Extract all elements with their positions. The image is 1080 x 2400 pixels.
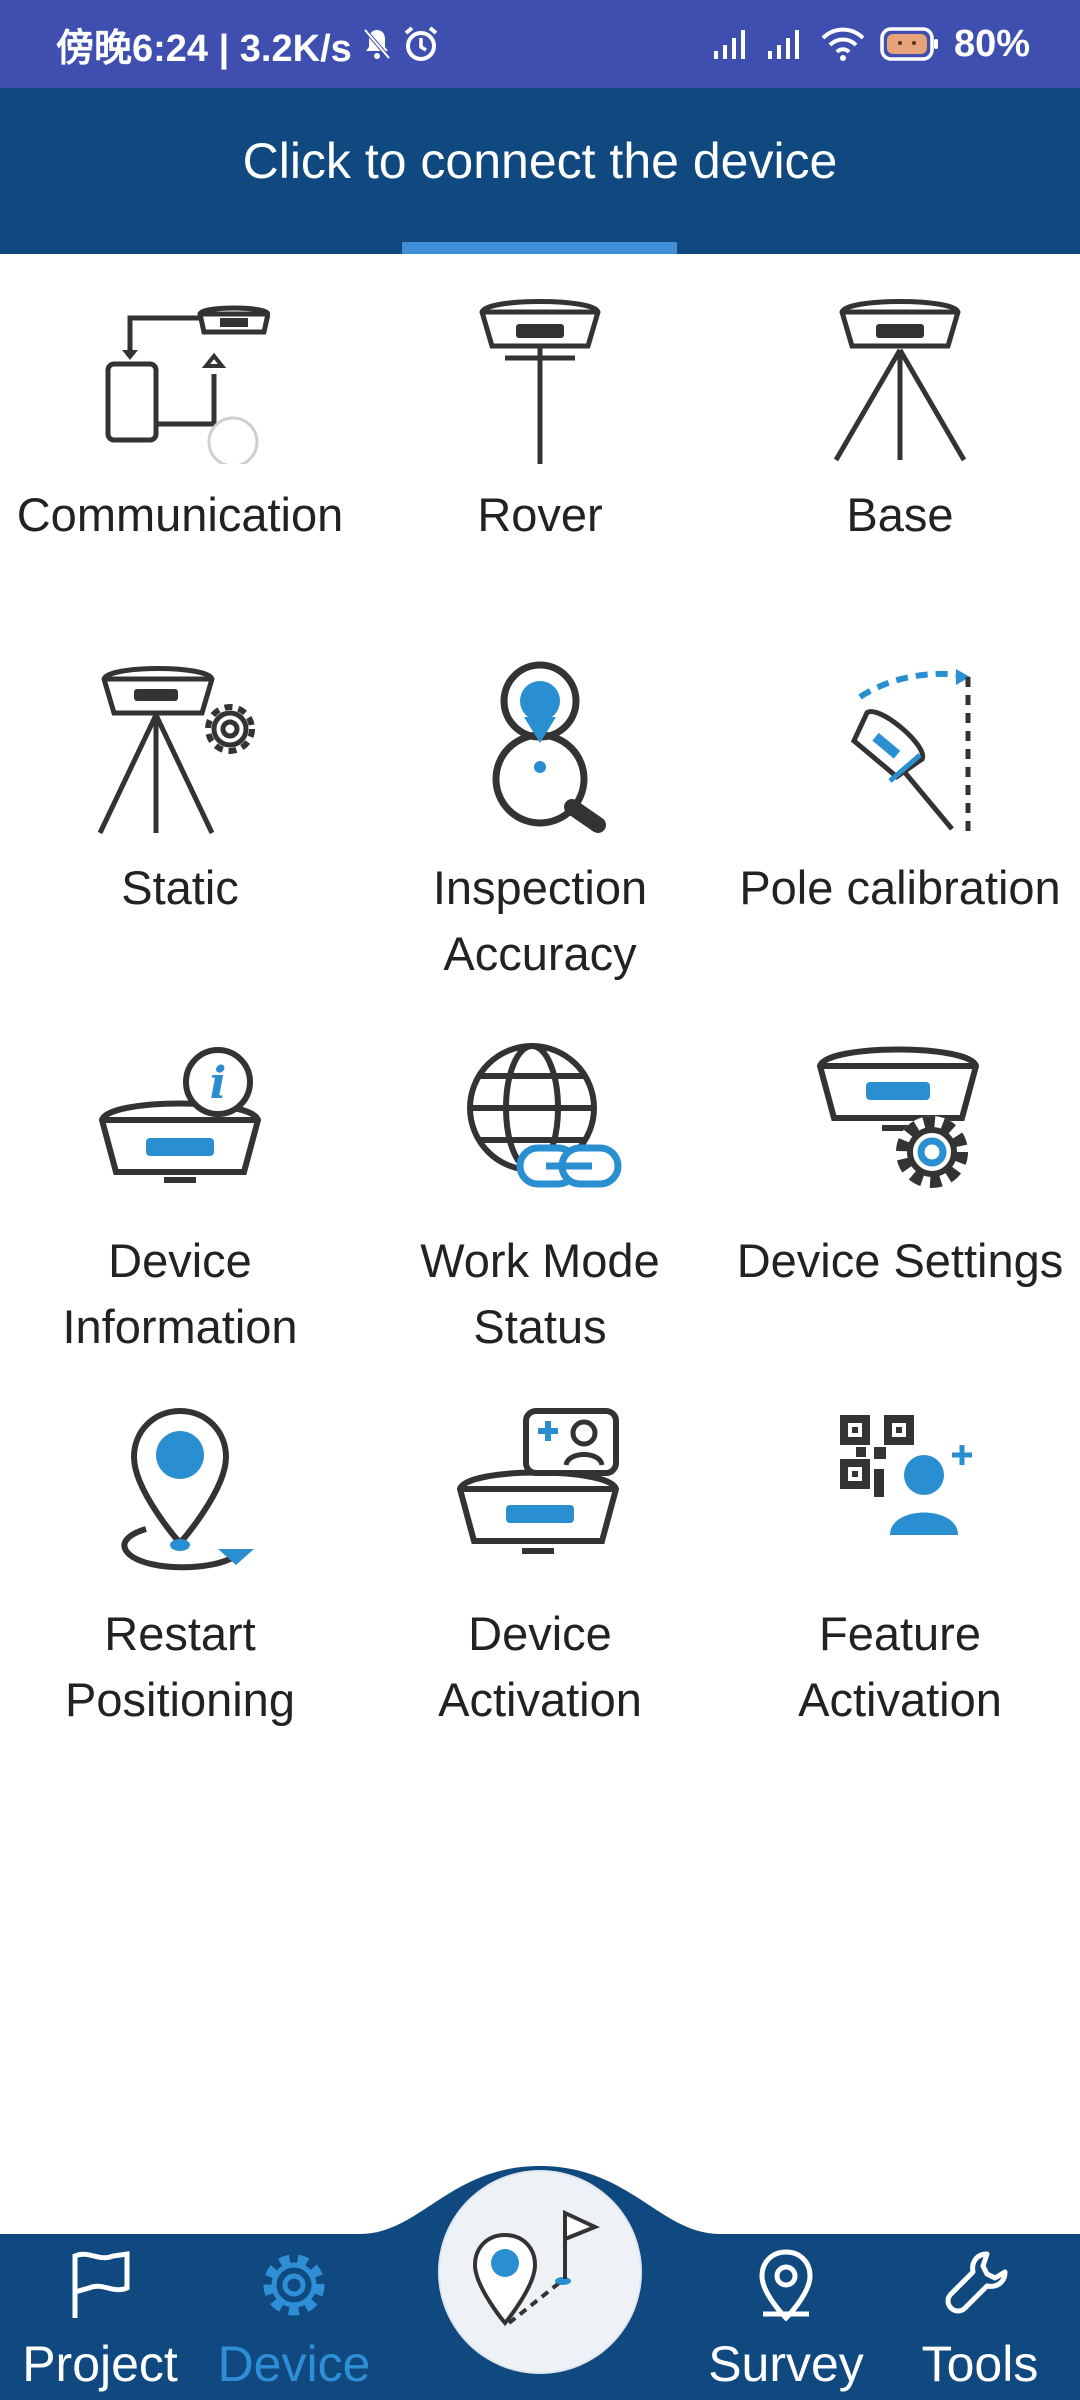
tile-rover[interactable]: Rover <box>360 254 720 627</box>
device-activation-icon <box>450 1403 630 1583</box>
inspection-icon <box>450 657 630 837</box>
tile-label: Device Settings <box>736 1234 1064 1287</box>
nav-label: Tools <box>921 2336 1039 2392</box>
wifi-icon <box>820 26 866 62</box>
tile-device-activation[interactable]: Device Activation <box>360 1373 720 1746</box>
signal-icon <box>712 27 752 61</box>
tile-label: Restart Positioning <box>65 1607 295 1726</box>
header-title[interactable]: Click to connect the device <box>0 132 1080 190</box>
tile-device-information[interactable]: i Device Information <box>0 1000 360 1373</box>
signal-icon <box>766 27 806 61</box>
tile-static[interactable]: Static <box>0 627 360 1000</box>
tile-label: Inspection Accuracy <box>432 861 648 980</box>
nav-device[interactable]: Device <box>194 2248 394 2393</box>
device-info-icon: i <box>90 1030 270 1210</box>
stakeout-button[interactable] <box>440 2172 640 2372</box>
tile-label: Communication <box>16 488 344 541</box>
tab-indicator <box>402 242 677 254</box>
feature-activation-icon <box>810 1403 990 1583</box>
flag-icon <box>65 2248 135 2327</box>
tile-work-mode-status[interactable]: Work Mode Status <box>360 1000 720 1373</box>
wrench-icon <box>943 2248 1017 2327</box>
tile-feature-activation[interactable]: Feature Activation <box>720 1373 1080 1746</box>
base-icon <box>810 284 990 464</box>
nav-label: Project <box>22 2336 178 2392</box>
battery-icon <box>880 26 940 62</box>
communication-icon <box>90 284 270 464</box>
tile-label: Pole calibration <box>739 861 1061 914</box>
tile-base[interactable]: Base <box>720 254 1080 627</box>
status-time: 傍晚6:24 | 3.2K/s <box>56 27 352 70</box>
mute-icon <box>362 27 392 61</box>
tile-restart-positioning[interactable]: Restart Positioning <box>0 1373 360 1746</box>
nav-survey[interactable]: Survey <box>686 2248 886 2393</box>
tile-label: Base <box>846 488 954 541</box>
nav-label: Device <box>217 2336 371 2392</box>
function-grid: Communication Rover Base Static Inspecti… <box>0 254 1080 1746</box>
nav-tools[interactable]: Tools <box>880 2248 1080 2393</box>
battery-percent: 80% <box>953 22 1030 65</box>
work-mode-icon <box>450 1030 630 1210</box>
nav-project[interactable]: Project <box>0 2248 200 2393</box>
tile-label: Static <box>121 861 239 914</box>
location-pin-icon <box>751 2248 821 2327</box>
pole-calibration-icon <box>810 657 990 837</box>
tile-device-settings[interactable]: Device Settings <box>720 1000 1080 1373</box>
svg-text:i: i <box>210 1058 227 1109</box>
tile-label: Work Mode Status <box>420 1234 660 1353</box>
status-bar: 傍晚6:24 | 3.2K/s 80% <box>0 0 1080 88</box>
tile-inspection-accuracy[interactable]: Inspection Accuracy <box>360 627 720 1000</box>
restart-positioning-icon <box>90 1403 270 1583</box>
alarm-icon <box>402 25 440 63</box>
tile-label: Device Information <box>62 1234 298 1353</box>
rover-icon <box>450 284 630 464</box>
tile-communication[interactable]: Communication <box>0 254 360 627</box>
connect-header[interactable]: Click to connect the device <box>0 88 1080 254</box>
device-settings-icon <box>810 1030 990 1210</box>
nav-label: Survey <box>708 2336 864 2392</box>
gear-icon <box>257 2248 331 2327</box>
tile-label: Device Activation <box>438 1607 642 1726</box>
tile-label: Rover <box>477 488 603 541</box>
stakeout-icon <box>465 2205 615 2340</box>
tile-pole-calibration[interactable]: Pole calibration <box>720 627 1080 1000</box>
static-icon <box>90 657 270 837</box>
tile-label: Feature Activation <box>798 1607 1002 1726</box>
